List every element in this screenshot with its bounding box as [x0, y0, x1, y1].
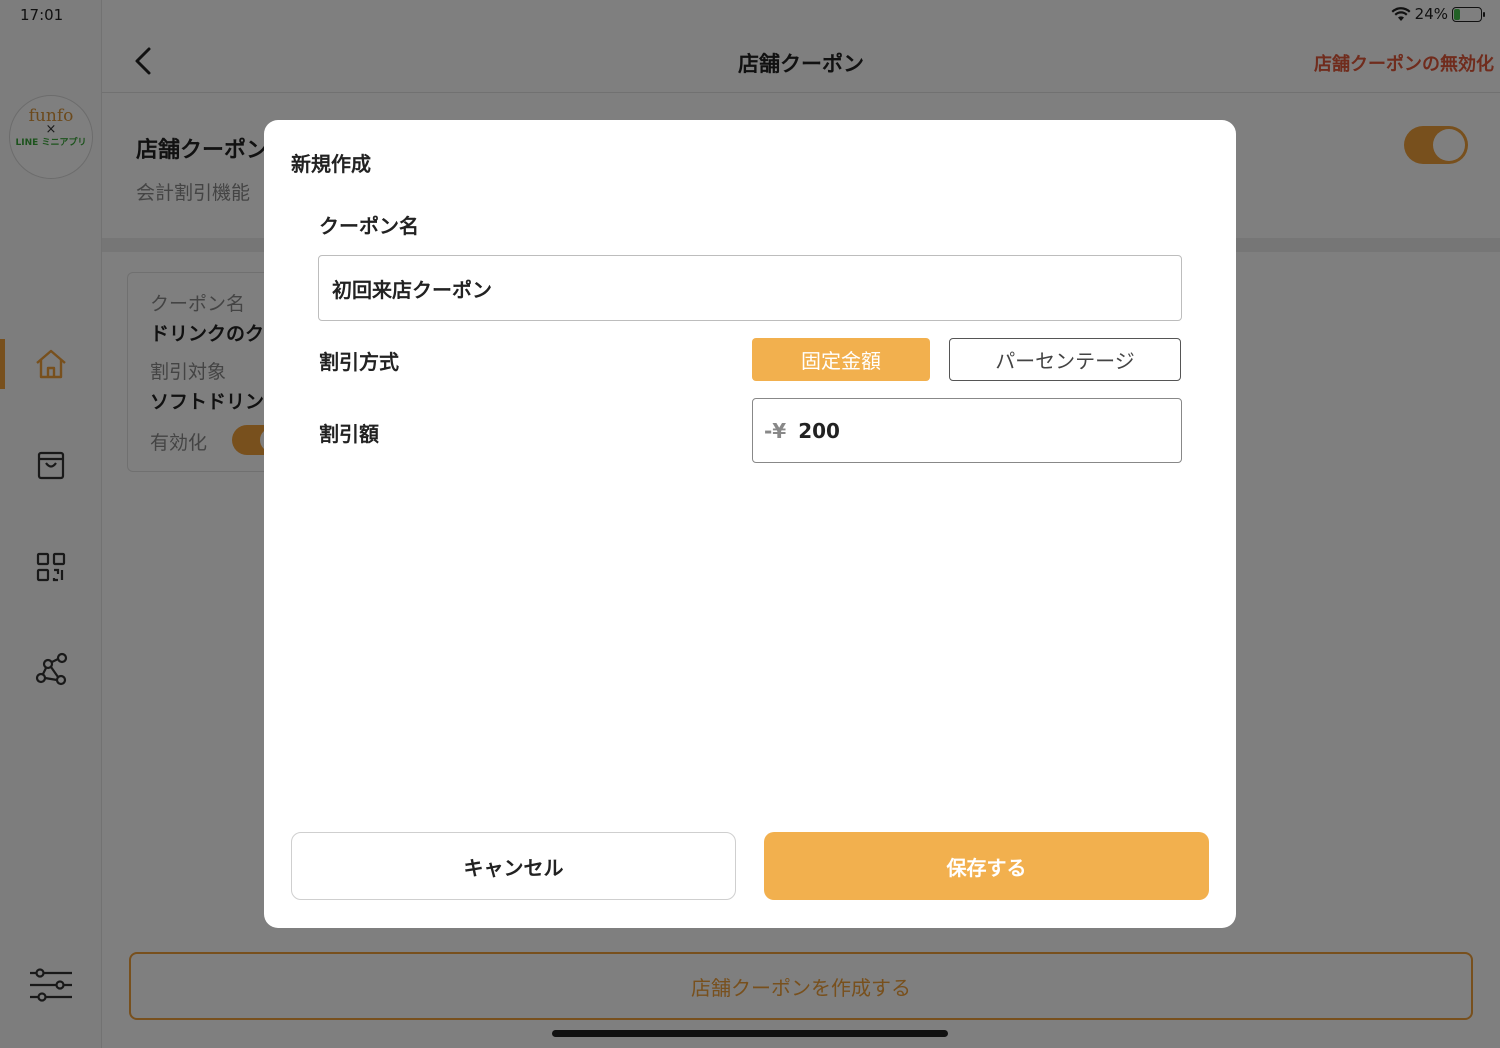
cancel-button[interactable]: キャンセル	[291, 832, 736, 900]
discount-amount-label: 割引額	[319, 422, 379, 446]
dialog-title: 新規作成	[291, 152, 371, 176]
discount-amount-value: 200	[798, 418, 840, 443]
currency-prefix: -¥	[764, 418, 787, 443]
save-button[interactable]: 保存する	[764, 832, 1209, 900]
coupon-name-input-value: 初回来店クーポン	[332, 277, 492, 302]
discount-amount-input[interactable]: -¥ 200	[752, 398, 1182, 463]
percentage-option[interactable]: パーセンテージ	[949, 338, 1181, 381]
new-coupon-dialog: 新規作成 クーポン名 初回来店クーポン 割引方式 固定金額 パーセンテージ 割引…	[264, 120, 1236, 928]
home-indicator	[552, 1030, 948, 1037]
coupon-name-field-label: クーポン名	[319, 214, 419, 238]
coupon-name-input[interactable]: 初回来店クーポン	[318, 255, 1182, 321]
fixed-amount-option[interactable]: 固定金額	[752, 338, 930, 381]
discount-method-label: 割引方式	[319, 350, 399, 374]
